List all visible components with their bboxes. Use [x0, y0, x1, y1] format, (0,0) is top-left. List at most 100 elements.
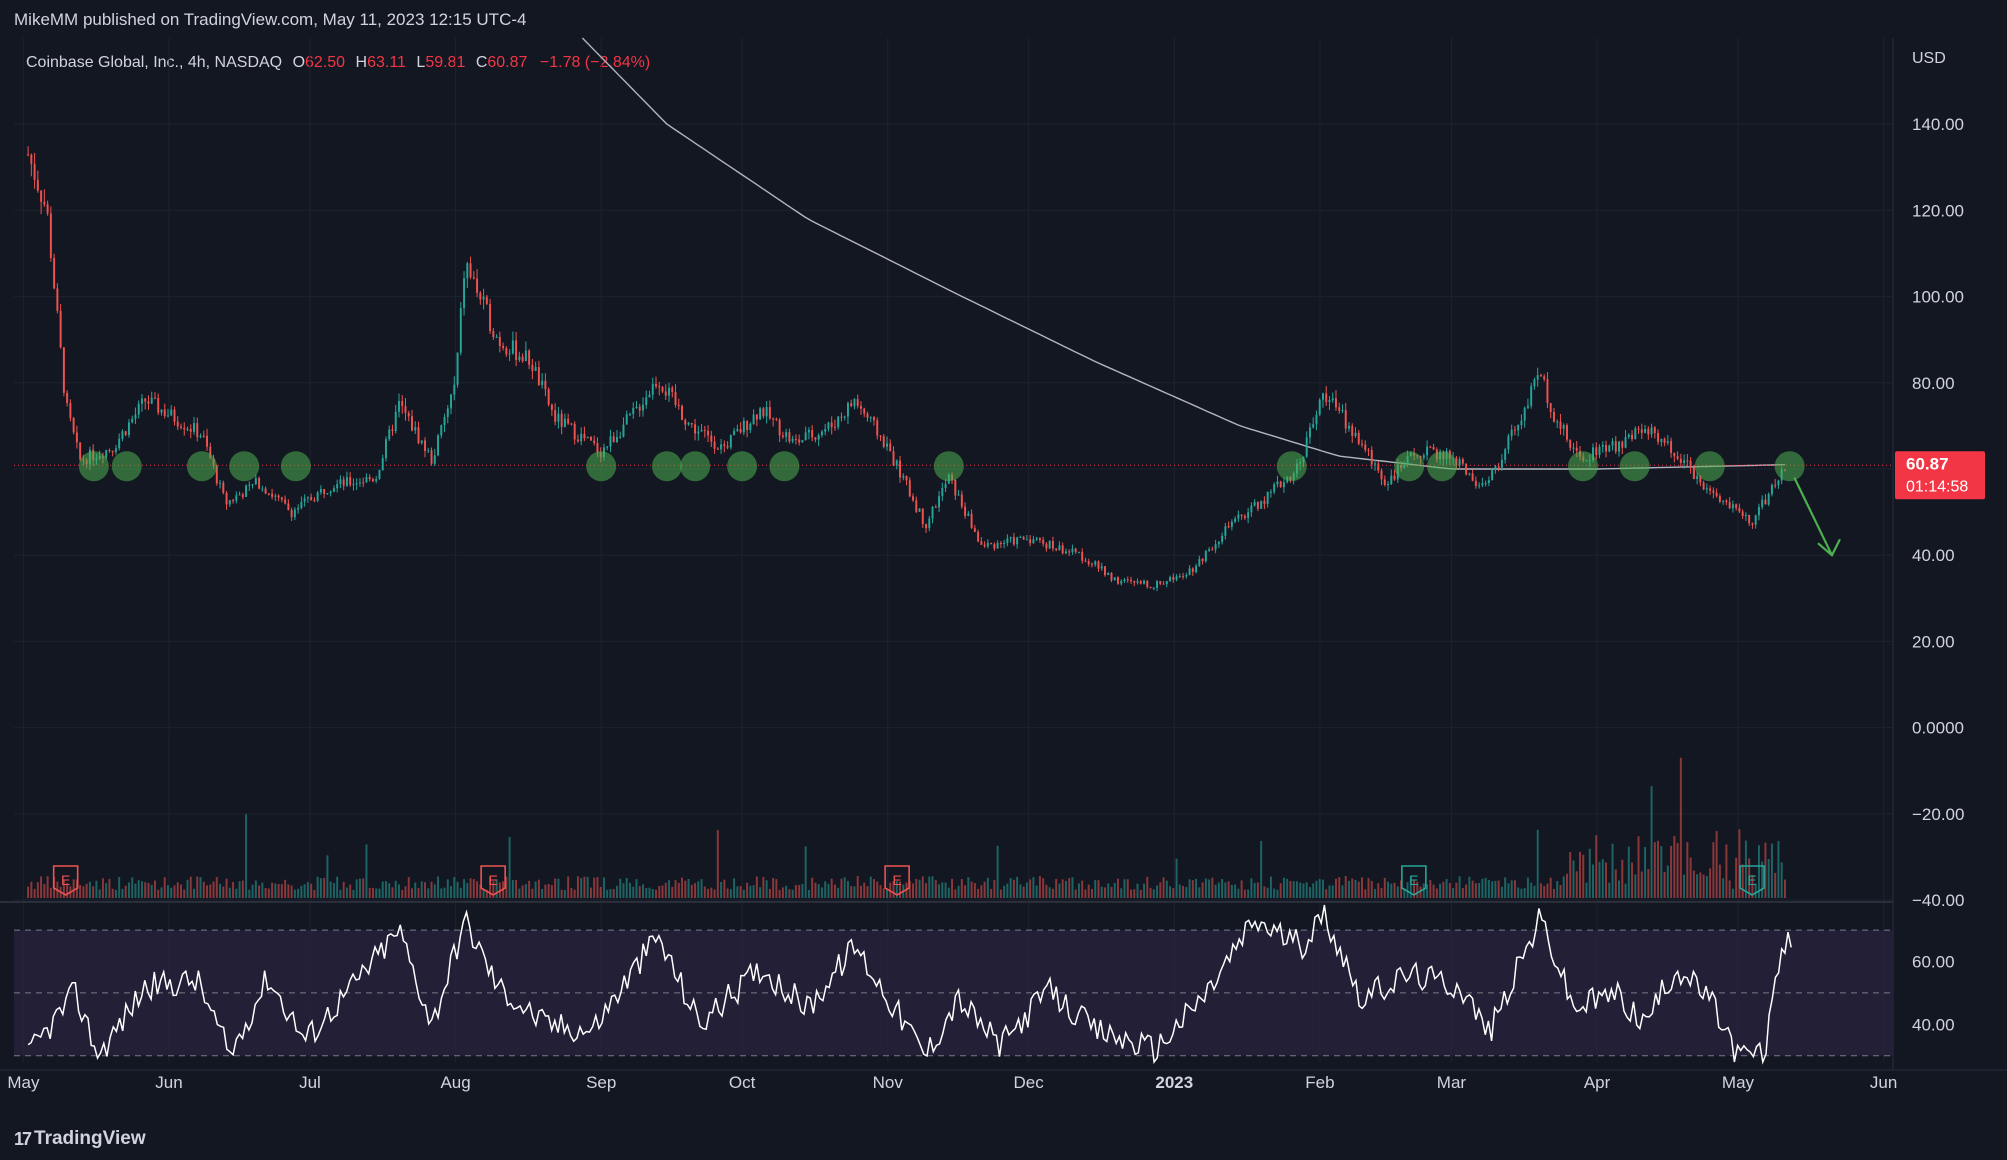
- candle-body: [300, 501, 303, 509]
- volume-bar: [368, 887, 371, 898]
- last-price-value: 60.87: [1906, 454, 1949, 473]
- candle-body: [1696, 476, 1699, 480]
- time-axis-label: May: [1722, 1073, 1755, 1092]
- volume-bar: [1575, 871, 1578, 898]
- volume-bar: [134, 883, 137, 898]
- candle-body: [759, 408, 762, 420]
- volume-bar: [1100, 886, 1103, 898]
- candle-body: [1627, 434, 1630, 438]
- rsi-axis-label: 60.00: [1912, 953, 1955, 972]
- candle-body: [1507, 436, 1510, 450]
- volume-bar: [303, 884, 306, 898]
- candle-body: [524, 350, 527, 362]
- earnings-marker-label: E: [488, 872, 497, 888]
- volume-bar: [1471, 880, 1474, 898]
- volume-bar: [1120, 888, 1123, 898]
- candle-body: [1510, 429, 1513, 437]
- candle-body: [193, 423, 195, 432]
- volume-bar: [1614, 869, 1617, 898]
- candle-body: [886, 443, 888, 447]
- volume-bar: [1663, 871, 1666, 898]
- volume-bar: [807, 889, 810, 898]
- candle-body: [716, 448, 719, 450]
- volume-bar: [1517, 887, 1520, 898]
- volume-bar: [521, 885, 524, 898]
- volume-bar: [446, 879, 449, 898]
- candle-body: [1042, 539, 1045, 544]
- candle-body: [733, 430, 736, 436]
- candle-body: [1120, 580, 1123, 584]
- touch-marker: [1619, 451, 1650, 482]
- volume-bar: [433, 884, 436, 898]
- volume-bar: [638, 886, 641, 898]
- candle-body: [541, 380, 544, 385]
- candle-body: [537, 367, 540, 385]
- candle-body: [1211, 549, 1214, 551]
- volume-bar: [1767, 859, 1770, 898]
- volume-bar: [440, 888, 443, 898]
- touch-marker: [186, 451, 217, 482]
- volume-bar: [1006, 883, 1009, 898]
- volume-bar: [1279, 883, 1282, 898]
- candle-body: [1182, 576, 1185, 578]
- volume-bar: [1130, 889, 1132, 898]
- candle-body: [293, 509, 296, 518]
- volume-bar: [882, 888, 885, 898]
- volume-bar: [401, 889, 404, 898]
- volume-bar: [1035, 885, 1038, 898]
- volume-bar: [1081, 880, 1084, 898]
- candle-body: [1009, 537, 1012, 539]
- volume-bar: [1012, 879, 1015, 898]
- volume-bar: [583, 876, 586, 898]
- volume-bar: [82, 886, 85, 898]
- volume-bar: [1169, 886, 1172, 898]
- volume-bar: [271, 882, 274, 898]
- volume-bar: [1068, 878, 1071, 898]
- price-chart[interactable]: E E E E E 140.00 120.00 100.00 80.00 40.00 20.00 0…: [0, 0, 2007, 1160]
- volume-bar: [254, 880, 257, 898]
- candle-body: [238, 494, 241, 496]
- volume-bar: [1019, 884, 1022, 898]
- candle-body: [830, 422, 833, 428]
- candle-body: [206, 435, 209, 447]
- candle-body: [1230, 521, 1233, 528]
- candle-body: [921, 508, 924, 524]
- volume-bar: [1465, 884, 1468, 898]
- volume-bar: [1481, 878, 1484, 898]
- touch-marker: [651, 451, 682, 482]
- volume-bar: [1647, 869, 1650, 898]
- candle-body: [1370, 450, 1373, 465]
- candle-body: [1728, 502, 1731, 509]
- candle-body: [1237, 514, 1240, 519]
- candle-body: [1146, 580, 1149, 587]
- volume-bar: [726, 888, 729, 898]
- volume-bar: [1243, 889, 1246, 898]
- volume-bar: [1715, 830, 1718, 898]
- volume-bar: [1377, 883, 1380, 898]
- tradingview-footer[interactable]: 17 TradingView: [14, 1128, 146, 1150]
- candle-body: [147, 401, 150, 404]
- volume-bar: [1084, 889, 1087, 898]
- candle-body: [326, 493, 329, 495]
- volume-bar: [811, 877, 814, 898]
- candle-body: [1156, 581, 1159, 588]
- volume-bar: [833, 884, 836, 898]
- volume-bar: [1172, 888, 1175, 898]
- volume-bar: [391, 887, 394, 898]
- candle-body: [1715, 492, 1718, 497]
- candle-body: [807, 429, 810, 433]
- candle-body: [820, 431, 823, 436]
- touch-marker: [280, 451, 311, 482]
- candle-body: [1634, 428, 1637, 440]
- volume-bar: [749, 885, 752, 898]
- candle-body: [1559, 421, 1562, 429]
- volume-bar: [1328, 885, 1331, 898]
- candle-body: [323, 489, 326, 494]
- volume-bar: [420, 881, 423, 898]
- candle-body: [811, 429, 814, 438]
- candle-body: [1165, 581, 1168, 585]
- volume-bar: [941, 882, 944, 898]
- volume-bar: [635, 879, 638, 898]
- projection-arrow-layer: [1793, 477, 1841, 557]
- volume-bar: [378, 888, 381, 898]
